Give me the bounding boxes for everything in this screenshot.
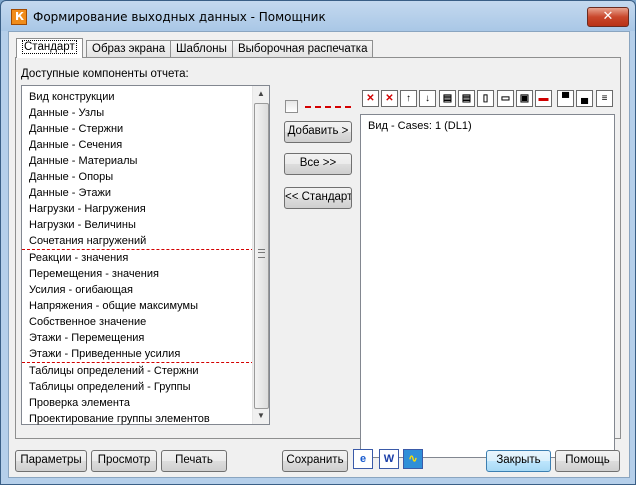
report-components-list[interactable]: Вид - Cases: 1 (DL1) — [360, 114, 615, 458]
page-icon[interactable]: ≡ — [596, 90, 613, 107]
internet-explorer-icon[interactable]: e — [353, 449, 373, 469]
list-item[interactable]: Данные - Материалы — [29, 153, 137, 169]
add-all-button[interactable]: Все >> — [284, 153, 352, 175]
word-icon[interactable]: W — [379, 449, 399, 469]
page-setup-icon[interactable]: ▭ — [497, 90, 514, 107]
print-button[interactable]: Печать — [161, 450, 227, 472]
grip-icon — [258, 249, 265, 258]
list-scrollbar[interactable]: ▲ ▼ — [252, 86, 269, 424]
reset-standard-button[interactable]: << Стандарт — [284, 187, 352, 209]
list-item[interactable]: Этажи - Перемещения — [29, 330, 144, 346]
list-item[interactable]: Данные - Узлы — [29, 105, 104, 121]
list-item[interactable]: Данные - Этажи — [29, 185, 111, 201]
edit-icon[interactable]: ▬ — [535, 90, 552, 107]
delete-icon[interactable]: ✕ — [362, 90, 379, 107]
scroll-up-icon[interactable]: ▲ — [253, 86, 269, 102]
list-item[interactable]: Усилия - огибающая — [29, 282, 133, 298]
list-item[interactable]: Таблицы определений - Группы — [29, 379, 191, 395]
tab-templates[interactable]: Шаблоны — [170, 40, 233, 57]
printer-icon[interactable]: ▣ — [516, 90, 533, 107]
parameters-button[interactable]: Параметры — [15, 450, 87, 472]
available-components-label: Доступные компоненты отчета: — [21, 68, 189, 80]
app-logo-icon: К — [11, 9, 27, 25]
add-button[interactable]: Добавить > — [284, 121, 352, 143]
available-components-list[interactable]: Вид конструкции Данные - Узлы Данные - С… — [21, 85, 270, 425]
list-item[interactable]: Реакции - значения — [29, 250, 128, 266]
move-up-icon[interactable]: ↑ — [400, 90, 417, 107]
list-item[interactable]: Собственное значение — [29, 314, 146, 330]
scroll-down-icon[interactable]: ▼ — [253, 408, 269, 424]
list-item[interactable]: Данные - Опоры — [29, 169, 113, 185]
list-item[interactable]: Проектирование группы элементов — [29, 411, 210, 427]
title-bar[interactable]: К Формирование выходных данных - Помощни… — [1, 1, 635, 31]
move-down-icon[interactable]: ↓ — [419, 90, 436, 107]
list-item[interactable]: Вид - Cases: 1 (DL1) — [368, 120, 472, 132]
tab-standard[interactable]: Стандарт — [16, 38, 83, 58]
tab-selective-printout[interactable]: Выборочная распечатка — [232, 40, 374, 57]
print-icon[interactable]: ▤ — [439, 90, 456, 107]
chart-icon[interactable]: ∿ — [403, 449, 423, 469]
list-item[interactable]: Нагрузки - Величины — [29, 217, 136, 233]
scrollbar-thumb[interactable] — [254, 103, 269, 409]
list-item[interactable]: Данные - Сечения — [29, 137, 122, 153]
footer-icon[interactable]: ▄ — [576, 90, 593, 107]
window-title: Формирование выходных данных - Помощник — [33, 10, 326, 24]
list-item[interactable]: Нагрузки - Нагружения — [29, 201, 146, 217]
list-item[interactable]: Таблицы определений - Стержни — [29, 363, 199, 379]
list-item[interactable]: Сочетания нагружений — [29, 233, 146, 249]
tab-panel-standard: Доступные компоненты отчета: Вид констру… — [15, 57, 621, 458]
list-item[interactable]: Этажи - Приведенные усилия — [29, 346, 180, 362]
help-button[interactable]: Помощь — [555, 450, 620, 472]
separator-checkbox[interactable] — [285, 100, 298, 113]
preview-button[interactable]: Просмотр — [91, 450, 157, 472]
save-button[interactable]: Сохранить — [282, 450, 348, 472]
list-item[interactable]: Вид конструкции — [29, 89, 115, 105]
dialog-window: К Формирование выходных данных - Помощни… — [0, 0, 636, 485]
separator-line-sample — [305, 106, 351, 108]
header-icon[interactable]: ▀ — [557, 90, 574, 107]
tab-screen-image[interactable]: Образ экрана — [86, 40, 172, 57]
list-item[interactable]: Данные - Стержни — [29, 121, 123, 137]
delete-all-icon[interactable]: ✕ — [381, 90, 398, 107]
list-item[interactable]: Напряжения - общие максимумы — [29, 298, 198, 314]
print-preview-icon[interactable]: ▯ — [477, 90, 494, 107]
close-button[interactable]: Закрыть — [486, 450, 551, 472]
list-item[interactable]: Проверка элемента — [29, 395, 130, 411]
print-setup-icon[interactable]: ▤ — [458, 90, 475, 107]
list-item[interactable]: Перемещения - значения — [29, 266, 159, 282]
dialog-client-area: Стандарт Образ экрана Шаблоны Выборочная… — [8, 31, 630, 478]
close-window-button[interactable]: ✕ — [587, 7, 629, 27]
